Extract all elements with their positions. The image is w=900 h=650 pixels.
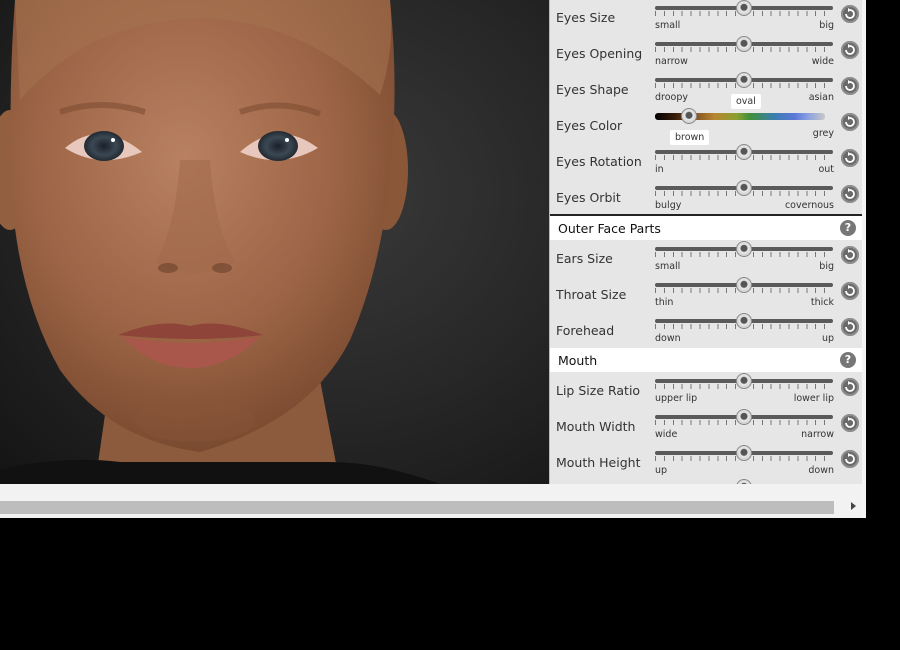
slider-min-label: down <box>655 333 681 344</box>
3d-viewport[interactable] <box>0 0 549 484</box>
slider-max-label: thick <box>810 297 834 308</box>
slider-max-label: big <box>819 261 834 272</box>
chevron-right-icon[interactable] <box>851 502 856 510</box>
reset-arrow-icon[interactable] <box>841 414 859 432</box>
slider-label: Eyes Color <box>556 118 623 133</box>
slider-label: Eyes Rotation <box>556 154 642 169</box>
slider-tooltip: oval <box>731 94 761 109</box>
help-icon[interactable]: ? <box>840 352 856 368</box>
reset-arrow-icon[interactable] <box>841 77 859 95</box>
slider-row-eyes-opening: Eyes Opening narrow wide <box>550 36 863 72</box>
slider-row-eyes-size: Eyes Size small big <box>550 0 863 36</box>
slider-tooltip: brown <box>670 130 710 145</box>
slider-max-label: grey <box>812 128 834 139</box>
slider-knob[interactable] <box>736 144 752 160</box>
slider-row-forehead: Forehead down up <box>550 313 863 349</box>
slider-min-label: droopy <box>655 92 689 103</box>
scrollbar-track[interactable] <box>0 501 834 514</box>
color-slider-knob[interactable] <box>681 108 697 124</box>
slider-min-label: small <box>655 20 681 31</box>
slider-label: Ears Size <box>556 251 613 266</box>
reset-arrow-icon[interactable] <box>841 185 859 203</box>
slider-knob[interactable] <box>736 180 752 196</box>
slider-max-label: wide <box>811 56 834 67</box>
slider-row-eyes-shape: Eyes Shape droopy asian <box>550 72 863 108</box>
slider-knob[interactable] <box>736 313 752 329</box>
slider-row-mouth-height: Mouth Height up down <box>550 445 863 481</box>
slider-row-mouth-width: Mouth Width wide narrow <box>550 409 863 445</box>
slider-row-eyes-rotation: Eyes Rotation in out <box>550 144 863 180</box>
slider-max-label: asian <box>808 92 834 103</box>
slider-knob[interactable] <box>736 373 752 389</box>
slider-min-label: up <box>655 465 668 476</box>
slider-min-label: small <box>655 261 681 272</box>
slider-label: Forehead <box>556 323 615 338</box>
slider-min-label: upper lip <box>655 393 698 404</box>
slider-label: Mouth Height <box>556 455 641 470</box>
slider-min-label: bulgy <box>655 200 682 211</box>
slider-knob[interactable] <box>736 241 752 257</box>
slider-min-label: thin <box>655 297 674 308</box>
horizontal-scrollbar[interactable] <box>0 484 862 518</box>
reset-arrow-icon[interactable] <box>841 318 859 336</box>
slider-knob[interactable] <box>736 445 752 461</box>
slider-max-label: down <box>808 465 834 476</box>
reset-arrow-icon[interactable] <box>841 113 859 131</box>
face-model-render <box>0 0 440 484</box>
slider-max-label: up <box>821 333 834 344</box>
slider-min-label: in <box>655 164 664 175</box>
slider-row-eyes-orbit: Eyes Orbit bulgy covernous <box>550 180 863 216</box>
reset-arrow-icon[interactable] <box>841 5 859 23</box>
section-title: Outer Face Parts <box>558 221 661 236</box>
panel-edge <box>862 0 866 518</box>
slider-max-label: narrow <box>801 429 834 440</box>
slider-label: Eyes Orbit <box>556 190 621 205</box>
modifier-panel: Eyes Size small big Eyes Opening narrow … <box>549 0 863 484</box>
reset-arrow-icon[interactable] <box>841 149 859 167</box>
slider-label: Lip Size Ratio <box>556 383 641 398</box>
slider-min-label: wide <box>655 429 678 440</box>
slider-row-ears-size: Ears Size small big <box>550 241 863 277</box>
reset-arrow-icon[interactable] <box>841 41 859 59</box>
slider-max-label: out <box>818 164 834 175</box>
reset-arrow-icon[interactable] <box>841 282 859 300</box>
help-icon[interactable]: ? <box>840 220 856 236</box>
slider-max-label: lower lip <box>793 393 834 404</box>
reset-arrow-icon[interactable] <box>841 450 859 468</box>
slider-knob[interactable] <box>736 409 752 425</box>
slider-knob[interactable] <box>736 277 752 293</box>
slider-min-label: narrow <box>655 56 688 67</box>
slider-knob[interactable] <box>736 36 752 52</box>
slider-label: Eyes Opening <box>556 46 643 61</box>
slider-max-label: covernous <box>784 200 834 211</box>
slider-knob[interactable] <box>736 72 752 88</box>
slider-label: Eyes Shape <box>556 82 629 97</box>
reset-arrow-icon[interactable] <box>841 246 859 264</box>
slider-max-label: big <box>819 20 834 31</box>
section-title: Mouth <box>558 353 598 368</box>
slider-label: Eyes Size <box>556 10 616 25</box>
slider-row-lip-size-ratio: Lip Size Ratio upper lip lower lip <box>550 373 863 409</box>
reset-arrow-icon[interactable] <box>841 378 859 396</box>
section-header-mouth[interactable]: Mouth ? <box>550 348 863 372</box>
slider-row-throat-size: Throat Size thin thick <box>550 277 863 313</box>
slider-label: Throat Size <box>556 287 627 302</box>
section-header-outer-face-parts[interactable]: Outer Face Parts ? <box>550 216 863 240</box>
slider-label: Mouth Width <box>556 419 636 434</box>
slider-knob[interactable] <box>736 0 752 16</box>
